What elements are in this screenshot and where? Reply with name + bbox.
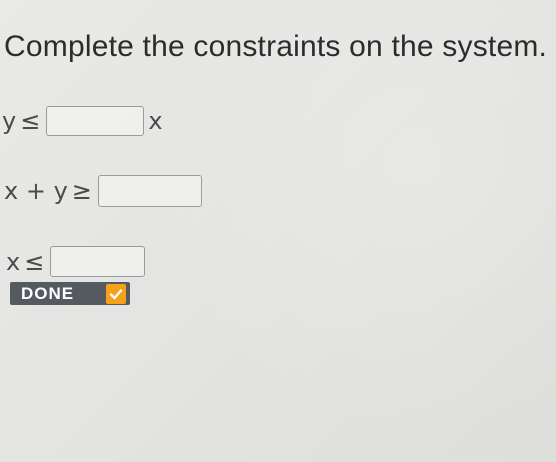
done-button[interactable]: DONE (10, 282, 130, 305)
constraint-3-answer-box[interactable] (50, 246, 146, 277)
constraint-1-right-term: x (148, 107, 163, 135)
constraint-row-3: x ≤ (6, 246, 146, 277)
constraint-1-answer-box[interactable] (46, 106, 145, 136)
page-title: Complete the constraints on the system. (4, 30, 548, 63)
constraint-3-symbol: ≤ (24, 247, 45, 276)
constraint-3-left-term: x (6, 247, 21, 276)
constraint-row-2: x + y ≥ (4, 175, 202, 207)
screen: { "page": { "title": "Complete the const… (0, 0, 556, 462)
done-button-label: DONE (21, 283, 75, 303)
constraint-2-symbol: ≥ (71, 177, 92, 205)
constraint-row-1: y ≤ x (2, 106, 163, 136)
constraint-1-left-term: y (2, 107, 17, 135)
check-icon (106, 283, 126, 304)
constraint-2-left-term: x + y (4, 177, 68, 205)
screen-lighting (0, 0, 556, 462)
constraint-1-symbol: ≤ (20, 107, 41, 135)
constraint-2-answer-box[interactable] (97, 175, 202, 207)
